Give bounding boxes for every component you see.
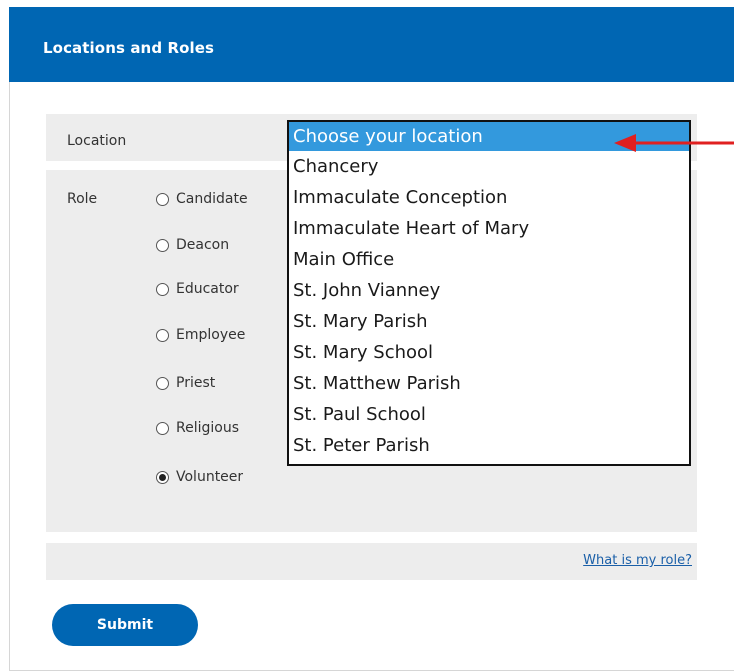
location-option[interactable]: St. Paul School (289, 399, 689, 430)
role-option-educator[interactable]: Educator (156, 278, 239, 300)
location-option[interactable]: St. John Vianney (289, 275, 689, 306)
panel-title: Locations and Roles (43, 39, 215, 57)
location-label: Location (67, 133, 127, 149)
location-option[interactable]: St. Matthew Parish (289, 368, 689, 399)
radio-button[interactable] (156, 238, 169, 252)
role-option-label: Educator (176, 281, 239, 297)
radio-button-checked[interactable] (156, 470, 169, 484)
role-option-label: Volunteer (176, 469, 244, 485)
panel-header: Locations and Roles (9, 7, 734, 82)
location-option[interactable]: Main Office (289, 244, 689, 275)
radio-button[interactable] (156, 421, 169, 435)
role-option-label: Employee (176, 327, 246, 343)
role-option-priest[interactable]: Priest (156, 372, 215, 394)
role-option-employee[interactable]: Employee (156, 324, 245, 346)
role-option-candidate[interactable]: Candidate (156, 188, 248, 210)
annotation-arrow-icon (614, 134, 734, 152)
location-option[interactable]: St. Peter Parish (289, 430, 689, 461)
role-option-label: Candidate (176, 191, 248, 207)
location-option[interactable]: St. Mary Parish (289, 306, 689, 337)
role-option-label: Religious (176, 420, 239, 436)
location-option[interactable]: St. Mary School (289, 337, 689, 368)
what-is-my-role-link[interactable]: What is my role? (583, 553, 692, 568)
help-row: What is my role? (46, 543, 697, 580)
location-dropdown-list[interactable]: Choose your location Chancery Immaculate… (287, 120, 691, 466)
role-option-label: Priest (176, 375, 216, 391)
role-option-volunteer[interactable]: Volunteer (156, 466, 243, 488)
location-option[interactable]: Chancery (289, 151, 689, 182)
role-label: Role (67, 191, 98, 207)
role-option-religious[interactable]: Religious (156, 417, 239, 439)
role-option-deacon[interactable]: Deacon (156, 234, 229, 256)
radio-button[interactable] (156, 376, 169, 390)
radio-button[interactable] (156, 328, 169, 342)
location-option[interactable]: Immaculate Conception (289, 182, 689, 213)
radio-button[interactable] (156, 192, 169, 206)
submit-button[interactable]: Submit (52, 604, 198, 646)
role-option-label: Deacon (176, 237, 230, 253)
location-option[interactable]: Immaculate Heart of Mary (289, 213, 689, 244)
radio-button[interactable] (156, 282, 169, 296)
